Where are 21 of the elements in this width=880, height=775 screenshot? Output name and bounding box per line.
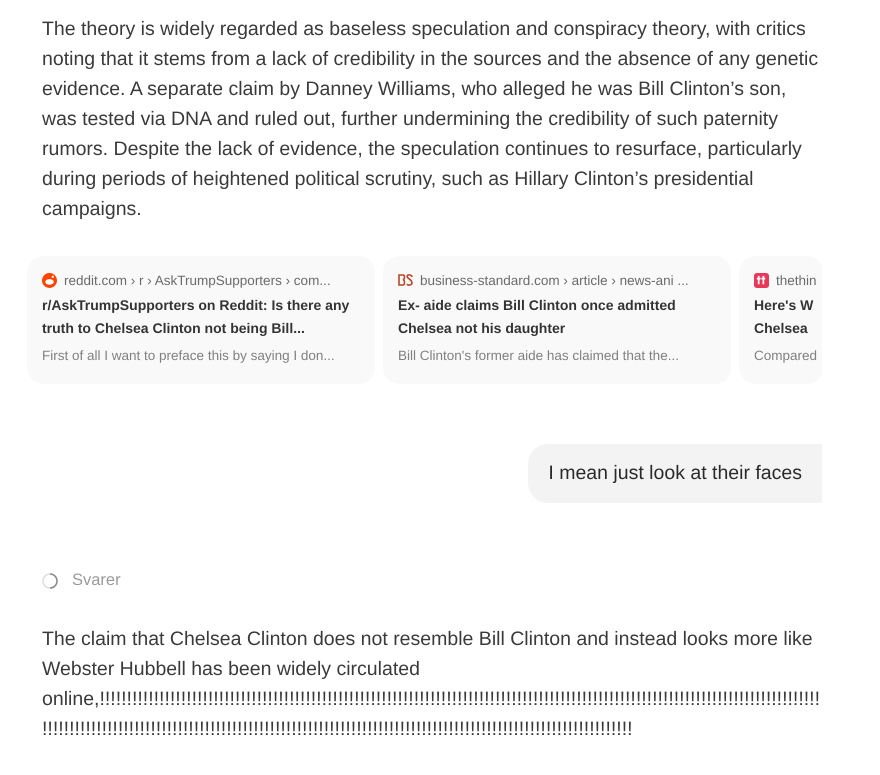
source-title: r/AskTrumpSupporters on Reddit: Is there any truth to Chelsea Clinton not being Bill... — [42, 296, 350, 338]
reply-paragraph: The claim that Chelsea Clinton does not resemble Bill Clinton and instead looks more like Webster Hubbell has been widely circulated online,!!!!!!!!!!!!!!!!!!!!!!!!!!!!!!!!!!!!!!!!!!!!!!!!!!!!!!!!!!!!!!!!!!!!!!!!!!!!!!!!!!!!!!!!!!!!!!!!!!!!!!!!!!!!!!!!!!!!!!!!!!!!!!!!!!!!!!!!!!!!!!!!!!!!!!!!!!!!!!!!!!!!!!!!!!!!!!!!!!!!!!!!!!!!!!!!!!!!!!!!!!!!!!!!!!!!!!!!!!!!!!!!!!!!!!!!!!!!!!!!!! — [42, 627, 822, 742]
source-card[interactable]: thethin Here's W Chelsea Compared — [739, 256, 822, 384]
source-url: thethin — [776, 272, 817, 288]
source-url: business-standard.com › article › news-ani ... — [420, 272, 689, 288]
source-card[interactable]: reddit.com › r › AskTrumpSupporters › com... r/AskTrumpSupporters on Reddit: Is there any truth to Chelsea Clinton not being Bill... First of all I want to preface this by saying I don... — [27, 256, 375, 384]
answer-paragraph: The theory is widely regarded as baseless speculation and conspiracy theory, with critics noting that it stems from a lack of credibility in the sources and the absence of any genetic evidence. A separate claim by Danney Williams, who alleged he was Bill Clinton’s son, was tested via DNA and ruled out, further undermining the credibility of such paternity rumors. Despite the lack of evidence, the speculation continues to resurface, particularly during periods of heightened political scrutiny, such as Hillary Clinton’s presidential campaigns. — [42, 17, 820, 222]
spinner-icon — [42, 572, 58, 588]
logo-icon — [398, 273, 413, 287]
source-title: Here's W — [754, 296, 814, 315]
reddit-icon — [42, 272, 57, 288]
source-title: Ex- aide claims Bill Clinton once admitted Chelsea not his daughter — [398, 296, 677, 338]
source-snippet: First of all I want to preface this by saying I don... — [42, 348, 336, 363]
source-snippet: Bill Clinton's former aide has claimed that the... — [398, 348, 680, 363]
source-url: reddit.com › r › AskTrumpSupporters › com... — [64, 272, 331, 288]
source-snippet: Compared — [754, 348, 818, 363]
logo-icon — [754, 272, 769, 288]
source-card[interactable]: business-standard.com › article › news-ani ... Ex- aide claims Bill Clinton once admitted Chelsea not his daughter Bill Clinton's former aide has claimed that the... — [383, 256, 731, 384]
user-message: I mean just look at their faces — [528, 444, 822, 503]
source-title: Chelsea — [754, 319, 809, 338]
status-text: Svarer — [72, 571, 121, 590]
